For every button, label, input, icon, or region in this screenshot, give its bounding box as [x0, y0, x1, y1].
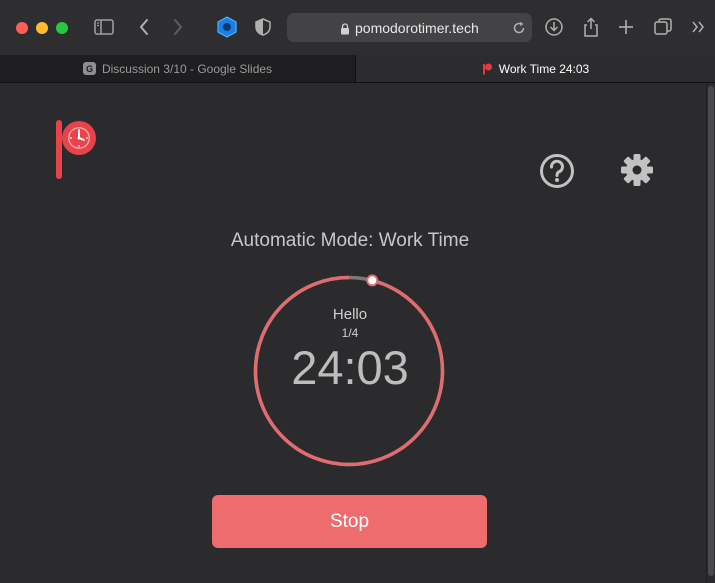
- session-counter: 1/4: [341, 326, 359, 340]
- browser-toolbar: pomodorotimer.tech: [0, 0, 715, 55]
- forward-icon[interactable]: [165, 14, 191, 40]
- logo-icon[interactable]: [55, 119, 99, 186]
- tab-bar: G Discussion 3/10 - Google Slides Work T…: [0, 55, 715, 83]
- tab-work-time[interactable]: Work Time 24:03: [356, 55, 715, 82]
- timer-progress-knob: [366, 274, 379, 287]
- back-icon[interactable]: [131, 14, 157, 40]
- new-tab-icon[interactable]: [613, 14, 639, 40]
- minimize-window-button[interactable]: [36, 22, 48, 34]
- address-text: pomodorotimer.tech: [355, 20, 479, 36]
- download-icon[interactable]: [541, 14, 567, 40]
- more-icon[interactable]: [685, 14, 711, 40]
- task-name: Hello: [332, 306, 368, 323]
- tab-google-slides[interactable]: G Discussion 3/10 - Google Slides: [0, 55, 356, 82]
- sidebar-icon[interactable]: [91, 14, 117, 40]
- help-icon[interactable]: [539, 153, 575, 194]
- zoom-window-button[interactable]: [56, 22, 68, 34]
- shield-icon[interactable]: [214, 14, 240, 40]
- google-icon: G: [82, 62, 96, 75]
- tab-label: Discussion 3/10 - Google Slides: [101, 61, 273, 76]
- flag-icon: [482, 63, 493, 75]
- tab-overview-icon[interactable]: [650, 14, 676, 40]
- timer-display: 24:03: [291, 341, 409, 394]
- reload-icon[interactable]: [512, 21, 526, 40]
- share-icon[interactable]: [578, 14, 604, 40]
- mode-label: Automatic Mode: Work Time: [230, 230, 470, 251]
- tab-label: Work Time 24:03: [498, 61, 590, 76]
- lock-icon: [340, 22, 350, 40]
- stop-button[interactable]: Stop: [212, 495, 487, 548]
- settings-icon[interactable]: [620, 153, 654, 192]
- scrollbar-thumb[interactable]: [708, 86, 714, 576]
- privacy-icon[interactable]: [250, 14, 276, 40]
- close-window-button[interactable]: [16, 22, 28, 34]
